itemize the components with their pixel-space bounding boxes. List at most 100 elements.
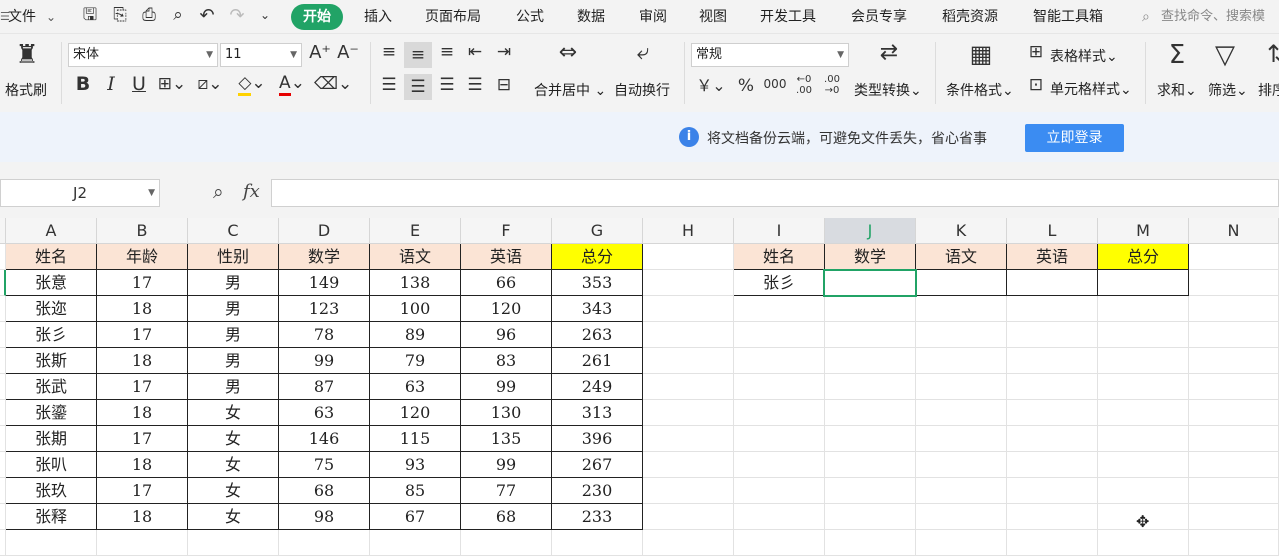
cell[interactable]: [1007, 322, 1098, 348]
column-header-f[interactable]: F: [461, 218, 552, 244]
cell[interactable]: [643, 244, 734, 270]
cell[interactable]: [1189, 374, 1279, 400]
lookup-cell[interactable]: 张彡: [734, 270, 825, 296]
table-header-cell[interactable]: 语文: [370, 244, 461, 270]
column-header-c[interactable]: C: [188, 218, 279, 244]
bold-button[interactable]: B: [73, 75, 93, 94]
table-header-cell[interactable]: 英语: [461, 244, 552, 270]
cell[interactable]: [1098, 296, 1189, 322]
table-cell[interactable]: 75: [279, 452, 370, 478]
cell[interactable]: [643, 322, 734, 348]
table-cell[interactable]: 135: [461, 426, 552, 452]
chevron-down-icon[interactable]: ⌄: [46, 0, 56, 34]
align-left-icon[interactable]: ☰: [378, 77, 400, 94]
cell[interactable]: [1007, 296, 1098, 322]
cell[interactable]: [1189, 452, 1279, 478]
table-cell[interactable]: 353: [552, 270, 643, 296]
wrap-text-icon[interactable]: ⤶: [628, 42, 658, 64]
table-cell[interactable]: 115: [370, 426, 461, 452]
justify-icon[interactable]: ☰: [464, 77, 486, 94]
font-name-select[interactable]: 宋体 ▼: [68, 43, 218, 67]
column-header-l[interactable]: L: [1007, 218, 1098, 244]
cell[interactable]: [370, 530, 461, 556]
cell[interactable]: [97, 530, 188, 556]
tab-smart-tools[interactable]: 智能工具箱: [1033, 0, 1103, 34]
sort-button[interactable]: 排序: [1258, 80, 1279, 100]
table-cell[interactable]: 267: [552, 452, 643, 478]
table-cell[interactable]: 98: [279, 504, 370, 530]
table-cell[interactable]: 17: [97, 270, 188, 296]
table-cell[interactable]: 张释: [6, 504, 97, 530]
table-cell[interactable]: 男: [188, 348, 279, 374]
formula-input[interactable]: [271, 179, 1279, 207]
table-style-button[interactable]: 表格样式⌄: [1050, 46, 1118, 66]
table-cell[interactable]: 249: [552, 374, 643, 400]
conditional-format-button[interactable]: 条件格式⌄: [946, 80, 1014, 100]
cell[interactable]: [916, 478, 1007, 504]
column-header-b[interactable]: B: [97, 218, 188, 244]
table-cell[interactable]: 17: [97, 478, 188, 504]
tab-data[interactable]: 数据: [577, 0, 605, 34]
zoom-icon[interactable]: ⌕: [213, 181, 224, 203]
table-cell[interactable]: 张期: [6, 426, 97, 452]
table-cell[interactable]: 18: [97, 504, 188, 530]
cell[interactable]: [734, 296, 825, 322]
font-grow-icon[interactable]: A⁺: [309, 44, 331, 62]
lookup-header-cell[interactable]: 姓名: [734, 244, 825, 270]
table-cell[interactable]: 85: [370, 478, 461, 504]
table-cell[interactable]: 18: [97, 296, 188, 322]
font-color-icon[interactable]: A⌄: [276, 73, 308, 96]
print-icon[interactable]: ⎙: [139, 7, 159, 24]
tab-review[interactable]: 审阅: [639, 0, 667, 34]
cell[interactable]: [916, 530, 1007, 556]
align-center-icon[interactable]: ☰: [404, 74, 432, 100]
lookup-header-cell[interactable]: 总分: [1098, 244, 1189, 270]
font-shrink-icon[interactable]: A⁻: [337, 44, 359, 62]
table-cell[interactable]: 343: [552, 296, 643, 322]
table-cell[interactable]: 66: [461, 270, 552, 296]
cell[interactable]: [825, 504, 916, 530]
table-header-cell[interactable]: 年龄: [97, 244, 188, 270]
table-cell[interactable]: 120: [461, 296, 552, 322]
column-header-a[interactable]: A: [6, 218, 97, 244]
font-size-select[interactable]: 11 ▼: [220, 43, 302, 67]
table-header-cell[interactable]: 总分: [552, 244, 643, 270]
type-convert-icon[interactable]: ⇄: [874, 42, 904, 64]
table-cell[interactable]: 63: [370, 374, 461, 400]
cell[interactable]: [825, 426, 916, 452]
cell[interactable]: [825, 530, 916, 556]
cell[interactable]: [1098, 452, 1189, 478]
table-cell[interactable]: 233: [552, 504, 643, 530]
align-right-icon[interactable]: ☰: [436, 77, 458, 94]
underline-button[interactable]: U: [129, 75, 149, 94]
login-button[interactable]: 立即登录: [1025, 124, 1124, 152]
table-cell[interactable]: 18: [97, 452, 188, 478]
table-cell[interactable]: 张斯: [6, 348, 97, 374]
lookup-cell[interactable]: [1098, 270, 1189, 296]
cell[interactable]: [643, 348, 734, 374]
column-header-n[interactable]: N: [1189, 218, 1279, 244]
table-cell[interactable]: 130: [461, 400, 552, 426]
decrease-indent-icon[interactable]: ⇤: [464, 44, 486, 61]
table-cell[interactable]: 100: [370, 296, 461, 322]
cell[interactable]: [1098, 374, 1189, 400]
conditional-format-icon[interactable]: ▦: [966, 42, 996, 66]
table-cell[interactable]: 96: [461, 322, 552, 348]
undo-icon[interactable]: ↶: [197, 7, 217, 25]
table-cell[interactable]: 79: [370, 348, 461, 374]
table-cell[interactable]: 男: [188, 270, 279, 296]
table-cell[interactable]: 68: [279, 478, 370, 504]
table-cell[interactable]: 张玖: [6, 478, 97, 504]
table-cell[interactable]: 男: [188, 296, 279, 322]
cell[interactable]: [1007, 530, 1098, 556]
thousands-separator-button[interactable]: 000: [762, 78, 788, 90]
tab-docer[interactable]: 稻壳资源: [942, 0, 998, 34]
cell[interactable]: [916, 296, 1007, 322]
cell[interactable]: [279, 530, 370, 556]
cell[interactable]: [1007, 348, 1098, 374]
align-middle-icon[interactable]: ≡: [404, 42, 432, 68]
cell[interactable]: [1189, 478, 1279, 504]
increase-decimal-button[interactable]: ←0 .00: [792, 74, 816, 96]
insert-function-button[interactable]: fx: [243, 181, 260, 202]
table-cell[interactable]: 张迩: [6, 296, 97, 322]
